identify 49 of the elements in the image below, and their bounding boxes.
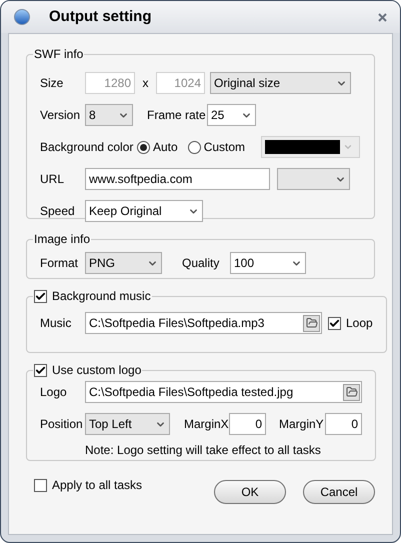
field-label: Frame rate — [147, 107, 207, 124]
field-label: Size — [40, 75, 64, 92]
field-label: MarginY — [279, 416, 325, 433]
checkbox-label: Apply to all tasks — [52, 477, 142, 494]
times-sign: x — [142, 75, 150, 92]
dialog-button[interactable]: OK — [214, 480, 286, 504]
group-title: Background music — [52, 288, 151, 305]
color-picker[interactable] — [261, 136, 360, 158]
group-title: SWF info — [34, 47, 84, 61]
checkbox[interactable] — [34, 364, 47, 376]
folder-icon[interactable] — [303, 314, 320, 332]
dropdown[interactable]: PNG — [85, 252, 162, 274]
url-field[interactable]: www.softpedia.com — [85, 168, 270, 190]
field-label: Version — [40, 107, 82, 124]
window-title: Output setting — [49, 6, 152, 27]
dropdown[interactable]: 8 — [85, 104, 133, 126]
file-path-field[interactable]: C:\Softpedia Files\Softpedia tested.jpg — [85, 381, 362, 403]
checkbox[interactable] — [34, 478, 47, 492]
close-icon[interactable] — [378, 12, 387, 22]
checkbox-label: Loop — [346, 315, 373, 332]
group-title: Image info — [34, 232, 90, 246]
chevron-down-icon — [343, 142, 354, 152]
dropdown[interactable]: Keep Original — [85, 200, 203, 222]
radio-option[interactable]: Auto — [137, 138, 178, 156]
field-label: Background color — [40, 139, 134, 156]
margin-y-field[interactable]: 0 — [325, 413, 362, 435]
app-icon — [14, 9, 30, 25]
radio-button[interactable] — [188, 140, 201, 154]
group-title: Use custom logo — [52, 362, 142, 379]
dropdown[interactable]: 100 — [230, 252, 306, 274]
field-label: Position — [40, 416, 84, 433]
margin-x-field[interactable]: 0 — [229, 413, 266, 435]
field-label: Logo — [40, 384, 68, 401]
note-text: Note: Logo setting will take effect to all tasks — [85, 442, 322, 459]
file-path-field[interactable]: C:\Softpedia Files\Softpedia.mp3 — [85, 312, 322, 334]
dialog-button[interactable]: Cancel — [303, 480, 375, 504]
field-label: MarginX — [184, 416, 229, 433]
field-label: Format — [40, 255, 80, 272]
field-label: Speed — [40, 203, 76, 220]
field-label: Music — [40, 315, 72, 332]
dropdown[interactable]: 25 — [207, 104, 256, 126]
radio-option[interactable]: Custom — [188, 138, 246, 156]
dropdown[interactable]: Top Left — [85, 413, 170, 435]
checkbox[interactable] — [34, 290, 47, 302]
checkbox[interactable] — [328, 316, 341, 330]
folder-icon[interactable] — [343, 384, 360, 400]
radio-button[interactable] — [137, 140, 150, 154]
field-label: Quality — [182, 255, 220, 272]
field-label: URL — [40, 171, 66, 188]
